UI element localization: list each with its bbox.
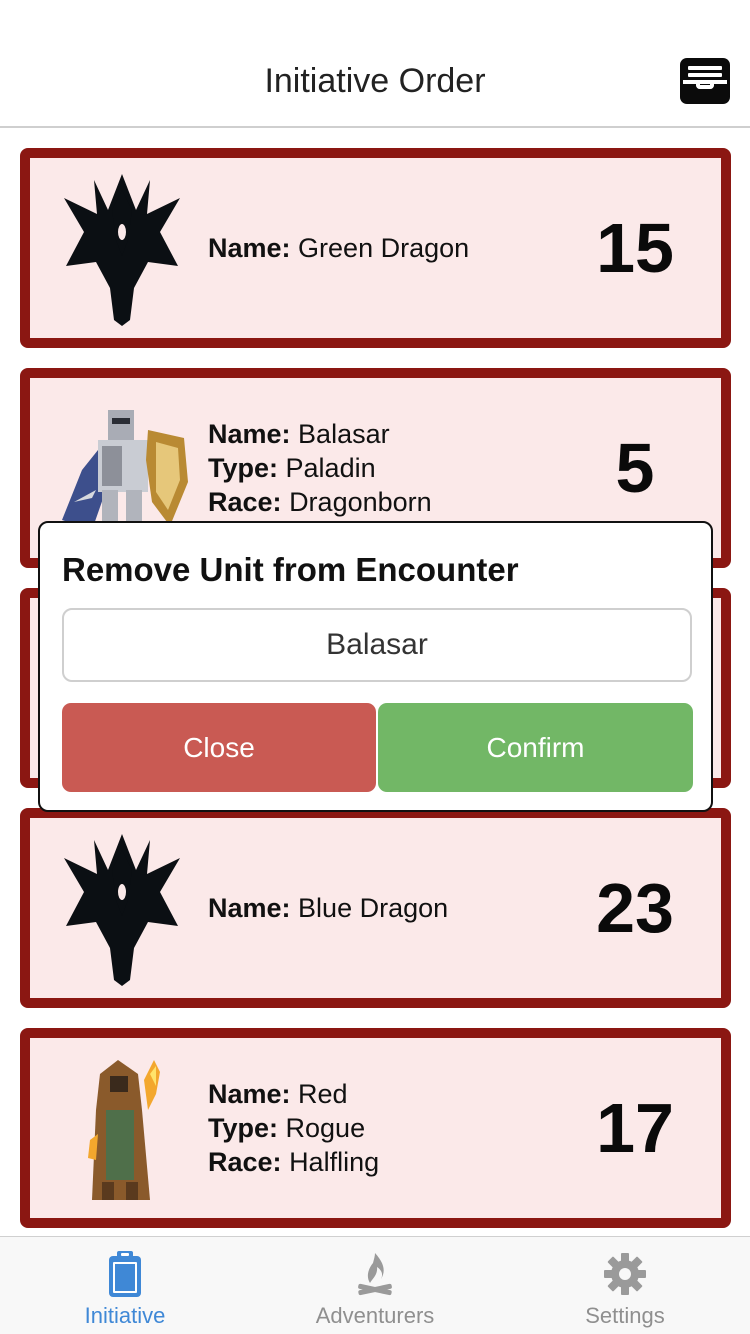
unit-race: Halfling [289,1147,380,1177]
confirm-button[interactable]: Confirm [378,703,693,792]
unit-name: Red [298,1079,348,1109]
tab-label: Settings [585,1303,665,1328]
close-button[interactable]: Close [62,703,376,792]
initiative-value: 17 [596,1089,674,1167]
type-key: Type: [208,1113,279,1143]
type-line: Type: Rogue [208,1111,568,1145]
page-title: Initiative Order [264,62,486,100]
unit-card[interactable]: Name: Green Dragon 15 [20,148,731,348]
remove-unit-dialog: Remove Unit from Encounter Balasar Close… [38,521,713,812]
dragon-emblem-icon [64,174,180,326]
race-key: Race: [208,1147,282,1177]
campfire-icon [358,1253,392,1296]
gear-icon [604,1253,646,1295]
unit-card[interactable]: Name: Blue Dragon 23 [20,808,731,1008]
nav-header: Initiative Order [0,0,750,128]
inbox-tray-icon[interactable] [680,58,730,104]
tab-adventurers[interactable]: Adventurers [250,1237,500,1334]
initiative-value: 23 [596,869,674,947]
unit-type: Rogue [285,1113,366,1143]
type-line: Type: Paladin [208,451,568,485]
race-line: Race: Halfling [208,1145,568,1179]
dialog-title: Remove Unit from Encounter [62,551,519,588]
rogue-sprite-icon [88,1060,160,1200]
unit-name: Blue Dragon [298,893,449,923]
unit-card[interactable]: Name: Red Type: Rogue Race: Halfling 17 [20,1028,731,1228]
unit-race: Dragonborn [289,487,432,517]
name-key: Name: [208,893,291,923]
unit-name: Green Dragon [298,233,470,263]
tab-initiative[interactable]: Initiative [0,1237,250,1334]
tab-label: Adventurers [315,1303,435,1328]
clipboard-icon [109,1251,141,1297]
name-key: Name: [208,419,291,449]
name-key: Name: [208,233,291,263]
name-key: Name: [208,1079,291,1109]
name-line: Name: Green Dragon [208,231,568,265]
race-line: Race: Dragonborn [208,485,568,519]
initiative-value: 15 [596,209,674,287]
unit-name: Balasar [298,419,390,449]
dragon-emblem-icon [64,834,180,986]
unit-info: Name: Green Dragon [208,158,568,338]
tab-settings[interactable]: Settings [500,1237,750,1334]
race-key: Race: [208,487,282,517]
tab-bar: Initiative Adventurers Settings [0,1236,750,1334]
unit-name-field[interactable]: Balasar [62,608,692,682]
name-line: Name: Red [208,1077,568,1111]
name-line: Name: Balasar [208,417,568,451]
unit-info: Name: Red Type: Rogue Race: Halfling [208,1038,568,1218]
unit-info: Name: Blue Dragon [208,818,568,998]
type-key: Type: [208,453,279,483]
name-line: Name: Blue Dragon [208,891,568,925]
unit-type: Paladin [285,453,376,483]
tab-label: Initiative [84,1303,166,1328]
